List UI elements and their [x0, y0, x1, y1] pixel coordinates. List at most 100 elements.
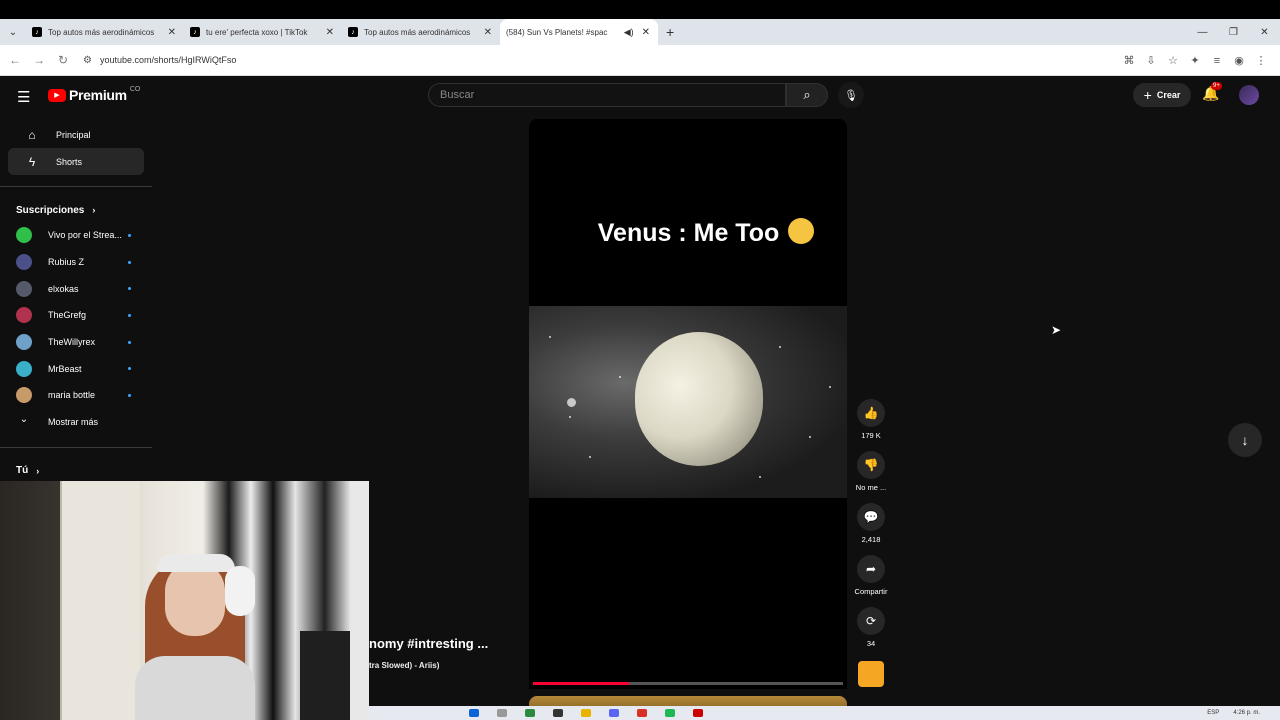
home-icon: ⌂	[28, 127, 36, 142]
install-app-icon[interactable]: ⇩	[1140, 54, 1162, 67]
chrome-menu-icon[interactable]: ⋮	[1250, 54, 1272, 67]
discord-icon[interactable]	[609, 709, 619, 717]
mouse-cursor-icon: ➤	[1051, 323, 1062, 337]
folder-icon[interactable]	[581, 709, 591, 717]
subscription-item[interactable]: TheWillyrex	[0, 329, 152, 356]
country-code: CO	[129, 85, 141, 93]
subscriptions-header[interactable]: Suscripciones ›	[0, 198, 152, 222]
browser-tab-strip: ⌄ ♪ Top autos más aerodinámicos ✕ ♪ tu e…	[0, 19, 1280, 105]
arrow-down-icon: ↓	[1241, 432, 1249, 448]
new-content-dot	[128, 260, 131, 264]
you-title: Tú	[16, 465, 29, 476]
divider	[0, 446, 152, 448]
notifications-button[interactable]: 🔔 9+	[1202, 82, 1222, 102]
chevron-down-icon: ⌄	[19, 414, 29, 426]
search-taskbar-icon[interactable]	[497, 709, 507, 717]
comment-icon: 💬	[857, 503, 885, 531]
extensions-icon[interactable]: ✦	[1184, 54, 1206, 67]
share-icon: ➦	[857, 555, 885, 583]
remix-button[interactable]: ⟳ 34	[852, 607, 890, 659]
chrome-icon[interactable]	[637, 709, 647, 717]
profile-icon[interactable]: ◉	[1228, 54, 1250, 67]
notification-badge: 9+	[1211, 82, 1222, 90]
subscription-item[interactable]: maria bottle	[0, 382, 152, 409]
language-indicator[interactable]: ESP	[1207, 710, 1219, 716]
forward-icon[interactable]: →	[27, 53, 51, 67]
subscription-item[interactable]: MrBeast	[0, 355, 152, 382]
subscriptions-list: Vivo por el Strea... Rubius Z elxokas TheGr…	[0, 222, 152, 409]
sound-thumbnail[interactable]	[858, 661, 884, 687]
new-tab-icon[interactable]: +	[666, 24, 674, 40]
speaker-icon[interactable]: ◀)	[624, 27, 634, 38]
shorts-player[interactable]: Venus : Me Too	[529, 119, 847, 689]
short-audio[interactable]: tra Slowed) - Ariis)	[369, 661, 439, 670]
browser-tab-1[interactable]: ♪ Top autos más aerodinámicos ✕	[26, 19, 184, 45]
thumbs-up-icon: 👍	[857, 399, 885, 427]
app-icon[interactable]	[525, 709, 535, 717]
tab-search-icon[interactable]: ⌄	[0, 19, 26, 45]
subscription-item[interactable]: Vivo por el Strea...	[0, 222, 152, 249]
search-button[interactable]: ⌕	[786, 83, 828, 107]
subscription-name: TheWillyrex	[48, 337, 96, 348]
browser-tab-4[interactable]: ▶ (584) Sun Vs Planets! #spac ◀) ✕	[500, 19, 658, 105]
start-icon[interactable]	[469, 709, 479, 717]
dislike-label: No me ...	[855, 483, 887, 492]
show-more-button[interactable]: ⌄ Mostrar más	[0, 409, 152, 436]
new-content-dot	[128, 340, 131, 344]
avatar	[16, 280, 32, 297]
translate-icon[interactable]: ⌘	[1118, 54, 1140, 67]
create-button[interactable]: + Crear	[1133, 83, 1191, 107]
short-title[interactable]: nomy #intresting ...	[369, 636, 488, 651]
tab-title: tu ere' perfecta xoxo | TikTok	[206, 27, 308, 37]
subscription-item[interactable]: elxokas	[0, 275, 152, 302]
dislike-button[interactable]: 👎 No me ...	[852, 451, 890, 503]
back-icon[interactable]: ←	[3, 53, 27, 67]
chevron-right-icon: ›	[36, 465, 40, 476]
reload-icon[interactable]: ↻	[51, 53, 75, 67]
minimize-icon[interactable]: —	[1187, 27, 1218, 38]
voice-search-button[interactable]: 🎙	[838, 82, 864, 108]
subscription-name: Rubius Z	[48, 257, 85, 268]
moon	[567, 398, 576, 407]
you-header[interactable]: Tú ›	[0, 459, 152, 483]
close-icon[interactable]: ✕	[326, 27, 334, 38]
app-icon[interactable]	[553, 709, 563, 717]
site-info-icon[interactable]: ⚙	[83, 55, 92, 66]
subscription-name: maria bottle	[48, 390, 96, 401]
next-video-button[interactable]: ↓	[1228, 423, 1262, 457]
avatar	[16, 334, 32, 351]
subscription-name: Vivo por el Strea...	[48, 230, 122, 241]
streamer	[125, 536, 265, 720]
browser-tab-2[interactable]: ♪ tu ere' perfecta xoxo | TikTok ✕	[184, 19, 342, 45]
youtube-logo[interactable]: ▶ Premium CO	[48, 85, 141, 103]
sidebar-item-label: Shorts	[56, 156, 83, 167]
close-icon[interactable]: ✕	[642, 27, 650, 38]
new-content-dot	[128, 393, 131, 397]
progress-bar[interactable]	[533, 682, 630, 685]
close-icon[interactable]: ✕	[484, 27, 492, 38]
media-icon[interactable]: ≡	[1206, 55, 1228, 67]
like-button[interactable]: 👍 179 K	[852, 399, 890, 451]
account-avatar[interactable]	[1239, 85, 1259, 105]
url-field[interactable]: ⚙ youtube.com/shorts/HgIRWiQtFso	[83, 55, 236, 66]
subscription-item[interactable]: Rubius Z	[0, 249, 152, 276]
close-icon[interactable]: ✕	[168, 27, 176, 38]
bookmark-star-icon[interactable]: ☆	[1162, 54, 1184, 67]
app-icon[interactable]	[693, 709, 703, 717]
search-input[interactable]: Buscar	[428, 83, 786, 107]
restore-icon[interactable]: ❐	[1218, 27, 1249, 38]
youtube-play-icon: ▶	[48, 88, 66, 102]
video-space-scene	[529, 306, 847, 498]
sidebar-item-label: Principal	[56, 129, 91, 140]
spotify-icon[interactable]	[665, 709, 675, 717]
subscription-item[interactable]: TheGrefg	[0, 302, 152, 329]
menu-icon[interactable]: ☰	[17, 88, 30, 106]
sidebar-item-principal[interactable]: ⌂ Principal	[8, 121, 144, 148]
comments-button[interactable]: 💬 2,418	[852, 503, 890, 555]
sidebar-item-shorts[interactable]: ϟ Shorts	[8, 148, 144, 175]
close-window-icon[interactable]: ✕	[1249, 27, 1280, 38]
avatar	[16, 254, 32, 271]
browser-tab-3[interactable]: ♪ Top autos más aerodinámicos ✕	[342, 19, 500, 45]
clock[interactable]: 4:26 p. m.	[1233, 710, 1260, 716]
share-button[interactable]: ➦ Compartir	[852, 555, 890, 607]
